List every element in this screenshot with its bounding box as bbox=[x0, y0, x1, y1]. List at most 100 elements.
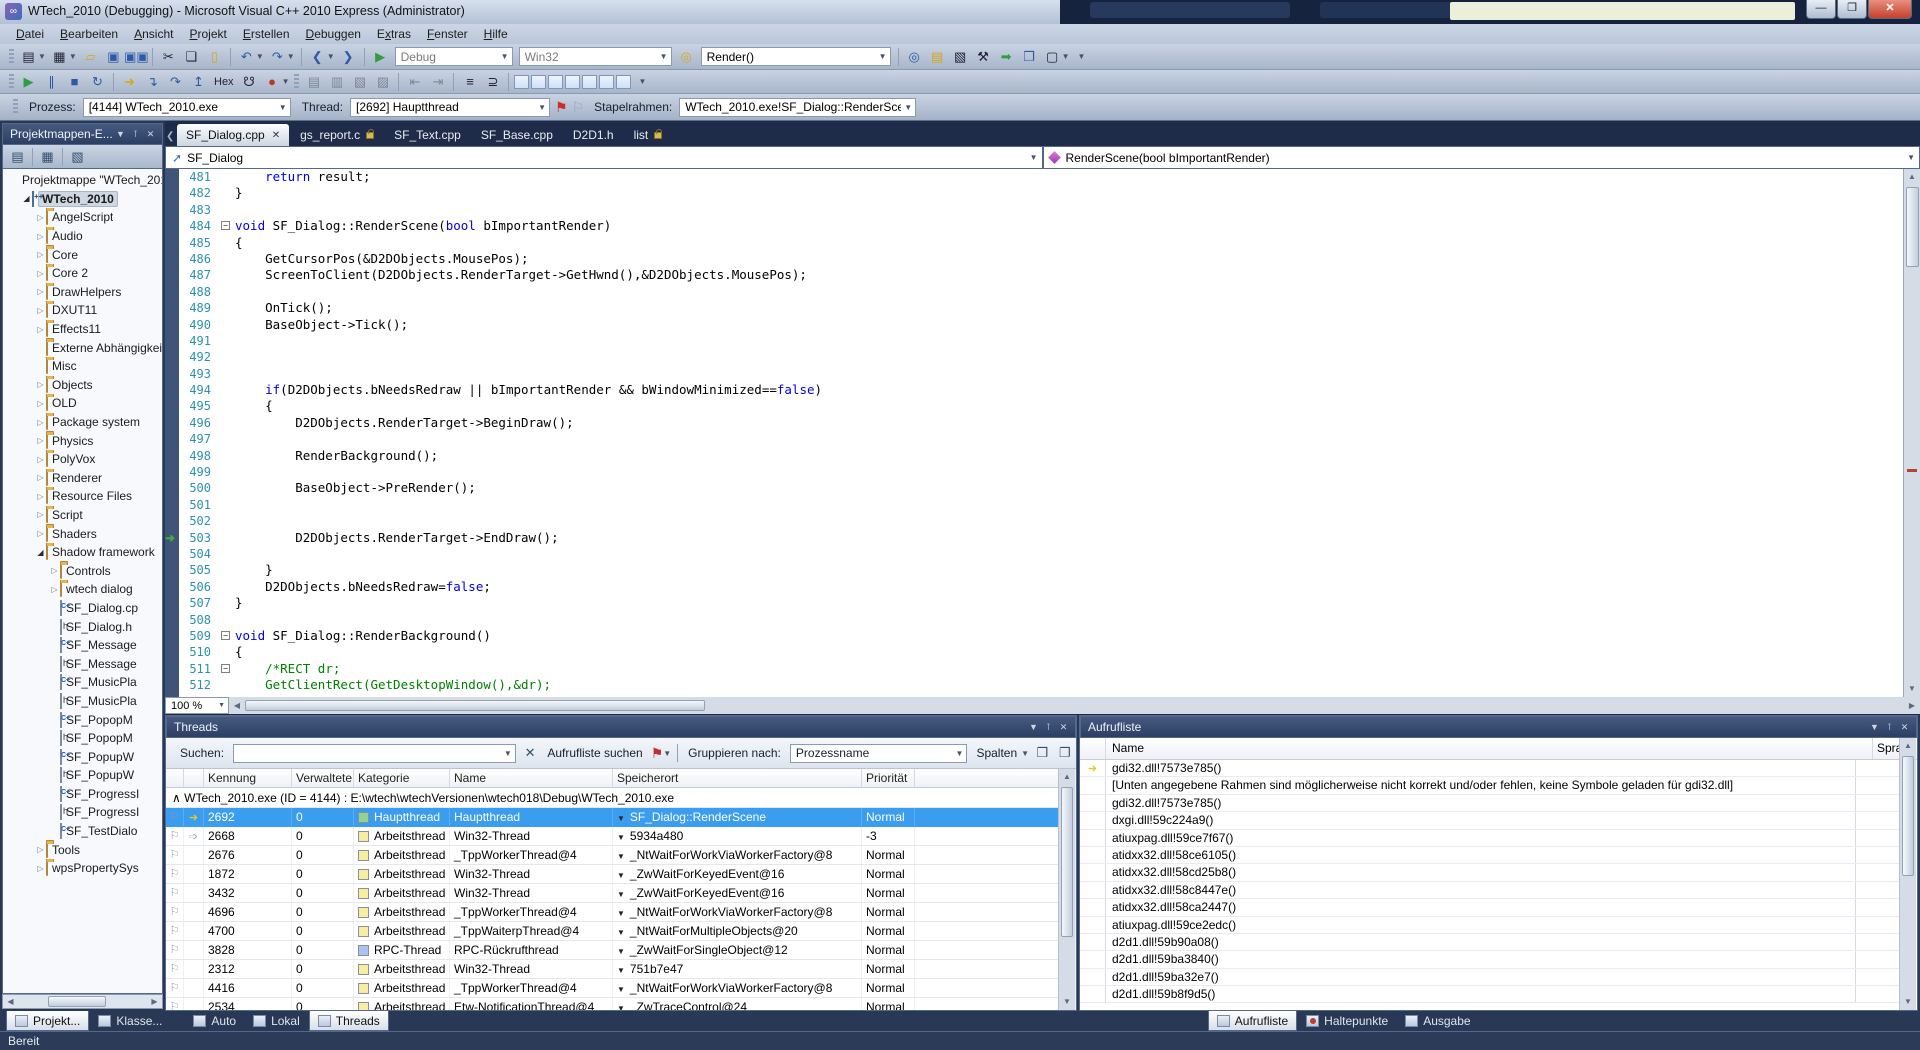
thread-location-cell[interactable]: ▼751b7e47 bbox=[613, 960, 862, 978]
tree-expand-icon[interactable]: ▷ bbox=[35, 845, 46, 854]
breakpoints-icon[interactable]: ● bbox=[262, 72, 283, 92]
menu-item-projekt[interactable]: Projekt bbox=[181, 25, 234, 43]
show-next-statement-icon[interactable]: ➜ bbox=[119, 72, 140, 92]
tree-item-core[interactable]: ▷Core bbox=[3, 245, 162, 264]
expand-location-icon[interactable]: ▼ bbox=[617, 1004, 625, 1010]
threads-vertical-scrollbar[interactable]: ▲ ▼ bbox=[1058, 769, 1075, 1010]
tree-item-externe-abh-ngigkeiten[interactable]: Externe Abhängigkeiten bbox=[3, 338, 162, 357]
thread-flag-icon[interactable]: ⚐ bbox=[166, 941, 184, 959]
tree-expand-icon[interactable]: ▷ bbox=[49, 566, 60, 575]
call-stack-frame[interactable]: atidxx32.dll!58ca2447() bbox=[1080, 899, 1900, 916]
properties-icon[interactable]: ▤ bbox=[8, 147, 27, 167]
close-icon[interactable]: ✕ bbox=[1056, 722, 1071, 733]
close-icon[interactable]: ✕ bbox=[143, 129, 158, 140]
flag-current-thread-icon[interactable]: ⚑ bbox=[555, 99, 568, 116]
call-stack-frame[interactable]: d2d1.dll!59ba3840() bbox=[1080, 951, 1900, 968]
tree-expand-icon[interactable]: ▷ bbox=[35, 455, 46, 464]
tree-expand-icon[interactable]: ▷ bbox=[35, 436, 46, 445]
step-over-icon[interactable]: ↷ bbox=[165, 72, 186, 92]
thread-row[interactable]: ⚐➜26920HauptthreadHauptthread▼SF_Dialog:… bbox=[166, 808, 1059, 827]
flag-icon[interactable]: ⚑ bbox=[651, 745, 664, 762]
view-class-diagram-icon[interactable]: ▧ bbox=[68, 147, 87, 167]
thread-flag-icon[interactable]: ⚐ bbox=[166, 827, 184, 845]
threads-search-combo[interactable]: ▼ bbox=[233, 744, 516, 763]
tree-item-sf-musicpla[interactable]: SF_MusicPla bbox=[3, 692, 162, 711]
tree-item-sf-progressi[interactable]: SF_ProgressI bbox=[3, 785, 162, 804]
menu-item-hilfe[interactable]: Hilfe bbox=[476, 25, 516, 43]
navigate-forward-icon[interactable]: ❯ bbox=[338, 47, 359, 67]
tree-expand-icon[interactable]: ▷ bbox=[35, 418, 46, 427]
thread-row[interactable]: ⚐34320ArbeitsthreadWin32-Thread▼_ZwWaitF… bbox=[166, 884, 1059, 903]
bottom-tab-ausgabe[interactable]: Ausgabe bbox=[1397, 1011, 1478, 1031]
tree-expand-icon[interactable]: ▷ bbox=[35, 325, 46, 334]
add-item-icon-dropdown[interactable]: ▼ bbox=[69, 52, 77, 61]
thread-location-cell[interactable]: ▼_ZwWaitForSingleObject@12 bbox=[613, 941, 862, 959]
thread-location-cell[interactable]: ▼_NtWaitForWorkViaWorkerFactory@8 bbox=[613, 846, 862, 864]
collapse-groups-icon[interactable]: ❐ bbox=[1055, 743, 1075, 763]
find-combo-arrow[interactable]: ▼ bbox=[876, 48, 890, 65]
window-menu-icon[interactable]: ▼ bbox=[1867, 722, 1882, 732]
stack-frame-combo[interactable]: WTech_2010.exe!SF_Dialog::RenderScene(|▼ bbox=[679, 98, 916, 117]
navigate-backward-icon-dropdown[interactable]: ▼ bbox=[327, 52, 335, 61]
save-icon[interactable]: ▣ bbox=[103, 47, 124, 67]
show-flagged-threads-icon[interactable]: ⚐ bbox=[572, 99, 585, 116]
word-wrap-icon[interactable]: ⊇ bbox=[482, 72, 503, 92]
thread-row[interactable]: ⚐47000Arbeitsthread_TppWaiterpThread@4▼_… bbox=[166, 922, 1059, 941]
menu-item-erstellen[interactable]: Erstellen bbox=[235, 25, 298, 43]
tree-item-polyvox[interactable]: ▷PolyVox bbox=[3, 450, 162, 469]
tab-scroll-left-icon[interactable]: ❮ bbox=[166, 131, 174, 142]
tree-item-objects[interactable]: ▷Objects bbox=[3, 376, 162, 395]
menu-item-extras[interactable]: Extras bbox=[369, 25, 419, 43]
column-header-name[interactable]: Name bbox=[450, 769, 613, 787]
call-stack-frame[interactable]: d2d1.dll!59b90a08() bbox=[1080, 934, 1900, 951]
copy-icon[interactable]: ❏ bbox=[181, 47, 202, 67]
call-stack-frame[interactable]: atidxx32.dll!58cd25b8() bbox=[1080, 864, 1900, 881]
code-text-area[interactable]: 481 return result;482}483484−void SF_Dia… bbox=[179, 169, 1920, 697]
selection-mode-icon[interactable] bbox=[548, 75, 563, 89]
pin-icon[interactable]: ⊺ bbox=[128, 129, 143, 140]
close-button[interactable]: ✕ bbox=[1868, 0, 1912, 19]
selection-mode-icon[interactable] bbox=[565, 75, 580, 89]
find-in-files-icon[interactable]: ◎ bbox=[904, 47, 925, 67]
tree-expand-icon[interactable]: ▷ bbox=[35, 269, 46, 278]
call-stack-frame[interactable]: atiuxpag.dll!59ce7f67() bbox=[1080, 830, 1900, 847]
expand-location-icon[interactable]: ▼ bbox=[617, 814, 625, 823]
expand-location-icon[interactable]: ▼ bbox=[617, 890, 625, 899]
tree-item-package-system[interactable]: ▷Package system bbox=[3, 413, 162, 432]
stop-debugging-icon[interactable]: ■ bbox=[64, 72, 85, 92]
window-layout-icon[interactable]: ❒ bbox=[1019, 47, 1040, 67]
call-stack-frame[interactable]: gdi32.dll!7573e785() bbox=[1080, 795, 1900, 812]
call-stack-vertical-scrollbar[interactable]: ▲ ▼ bbox=[1899, 738, 1916, 1010]
restart-icon[interactable]: ↻ bbox=[87, 72, 108, 92]
tree-expand-icon[interactable]: ▷ bbox=[49, 585, 60, 594]
call-stack-frame[interactable]: [Unten angegebene Rahmen sind möglicherw… bbox=[1080, 777, 1900, 794]
new-project-icon[interactable]: ▤ bbox=[18, 47, 39, 67]
expand-location-icon[interactable]: ▼ bbox=[617, 985, 625, 994]
thread-flag-icon[interactable]: ⚐ bbox=[166, 998, 184, 1010]
document-tab-sf-dialog-cpp[interactable]: SF_Dialog.cpp✕ bbox=[177, 124, 289, 146]
solution-platforms-combo-arrow[interactable]: ▼ bbox=[657, 48, 671, 65]
tree-expand-icon[interactable]: ▷ bbox=[35, 232, 46, 241]
thread-row[interactable]: ⚐18720ArbeitsthreadWin32-Thread▼_ZwWaitF… bbox=[166, 865, 1059, 884]
select-pointer-icon[interactable]: ☋ bbox=[239, 72, 260, 92]
expand-location-icon[interactable]: ▼ bbox=[617, 928, 625, 937]
close-icon[interactable]: ✕ bbox=[1897, 722, 1912, 733]
menu-item-fenster[interactable]: Fenster bbox=[419, 25, 476, 43]
toolbar-overflow-icon[interactable]: ▼ bbox=[638, 77, 646, 86]
document-tab-gs-report-c[interactable]: gs_report.c bbox=[291, 124, 383, 146]
tree-item-sf-popopm[interactable]: SF_PopopM bbox=[3, 729, 162, 748]
toolbar-overflow-icon[interactable]: ▼ bbox=[1078, 52, 1086, 61]
pin-icon[interactable]: ⊺ bbox=[1041, 722, 1056, 733]
tree-item-sf-testdialo[interactable]: SF_TestDialo bbox=[3, 822, 162, 841]
undo-icon[interactable]: ↶ bbox=[236, 47, 257, 67]
command-window-icon[interactable]: ▢ bbox=[1042, 47, 1063, 67]
menu-item-debuggen[interactable]: Debuggen bbox=[298, 25, 369, 43]
expand-location-icon[interactable]: ▼ bbox=[617, 833, 625, 842]
start-debugging-icon[interactable]: ▶ bbox=[370, 47, 391, 67]
tree-item-angelscript[interactable]: ▷AngelScript bbox=[3, 208, 162, 227]
threads-titlebar[interactable]: Threads ▼ ⊺ ✕ bbox=[166, 716, 1076, 738]
property-pages-icon[interactable]: ▤ bbox=[927, 47, 948, 67]
hex-display-button[interactable]: Hex bbox=[210, 76, 238, 88]
restore-button[interactable]: ❐ bbox=[1837, 0, 1867, 19]
tree-item-wtech-dialog[interactable]: ▷wtech dialog bbox=[3, 580, 162, 599]
